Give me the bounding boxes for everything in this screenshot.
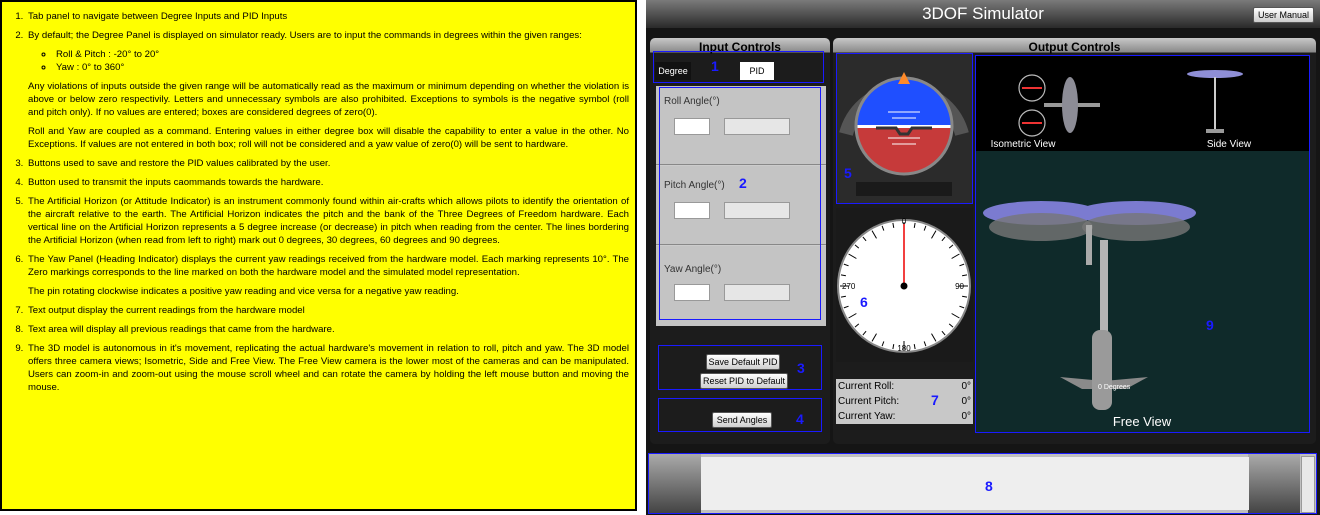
app-title: 3DOF Simulator — [922, 4, 1044, 23]
heading-indicator-panel: 0 90 180 270 — [836, 208, 973, 362]
current-roll-label: Current Roll: — [838, 381, 895, 392]
save-default-pid-button[interactable]: Save Default PID — [706, 354, 780, 370]
callout-9: 9 — [1206, 317, 1214, 333]
callout-5: 5 — [844, 165, 852, 181]
current-pitch-value: 0° — [961, 396, 971, 407]
callout-box-2 — [659, 87, 821, 320]
current-roll-value: 0° — [961, 381, 971, 392]
instruction-6-text: The Yaw Panel (Heading Indicator) displa… — [28, 254, 629, 278]
instruction-2-para2: Roll and Yaw are coupled as a command. E… — [28, 126, 629, 150]
instruction-3: Buttons used to save and restore the PID… — [26, 157, 629, 170]
instruction-1: Tab panel to navigate between Degree Inp… — [26, 10, 629, 23]
send-angles-button[interactable]: Send Angles — [712, 412, 772, 428]
instruction-7: Text output display the current readings… — [26, 304, 629, 317]
instruction-4: Button used to transmit the inputs caomm… — [26, 176, 629, 189]
instructions-list: Tab panel to navigate between Degree Inp… — [2, 2, 635, 394]
heading-180-label: 180 — [897, 344, 911, 353]
instruction-9: The 3D model is autonomous in it's movem… — [26, 342, 629, 394]
callout-3: 3 — [797, 360, 805, 376]
user-manual-button[interactable]: User Manual — [1252, 7, 1314, 23]
heading-0-label: 0 — [902, 217, 907, 226]
callout-6: 6 — [860, 294, 868, 310]
title-bar: 3DOF Simulator — [646, 0, 1320, 28]
instruction-2-text: By default; the Degree Panel is displaye… — [28, 30, 582, 41]
callout-box-9 — [975, 55, 1310, 433]
instruction-2: By default; the Degree Panel is displaye… — [26, 29, 629, 151]
range-list: Roll & Pitch : -20° to 20° Yaw : 0° to 3… — [28, 48, 629, 74]
callout-box-1 — [653, 51, 824, 83]
instruction-2-para1: Any violations of inputs outside the giv… — [28, 81, 629, 118]
callout-8: 8 — [985, 478, 993, 494]
callout-box-5 — [836, 53, 973, 204]
callout-7: 7 — [931, 392, 939, 408]
heading-270-label: 270 — [842, 282, 856, 291]
instructions-panel: Tab panel to navigate between Degree Inp… — [0, 0, 637, 511]
needle-pivot — [900, 282, 908, 290]
callout-2: 2 — [739, 175, 747, 191]
instruction-8: Text area will display all previous read… — [26, 323, 629, 336]
current-yaw-label: Current Yaw: — [838, 411, 896, 422]
current-yaw-value: 0° — [961, 411, 971, 422]
callout-1: 1 — [711, 58, 719, 74]
callout-box-8 — [648, 453, 1317, 514]
instruction-6-para: The pin rotating clockwise indicates a p… — [28, 286, 459, 297]
current-readings: Current Roll: 0° Current Pitch: 0° Curre… — [836, 379, 973, 424]
reset-pid-button[interactable]: Reset PID to Default — [700, 373, 788, 389]
heading-90-label: 90 — [955, 282, 964, 291]
callout-4: 4 — [796, 411, 804, 427]
instruction-6: The Yaw Panel (Heading Indicator) displa… — [26, 253, 629, 298]
current-pitch-label: Current Pitch: — [838, 396, 900, 407]
heading-indicator: 0 90 180 270 — [837, 217, 971, 353]
instruction-5: The Artificial Horizon (or Attitude Indi… — [26, 195, 629, 247]
output-controls-title: Output Controls — [1028, 40, 1121, 54]
range-roll-pitch: Roll & Pitch : -20° to 20° — [54, 48, 629, 61]
range-yaw: Yaw : 0° to 360° — [54, 61, 629, 74]
